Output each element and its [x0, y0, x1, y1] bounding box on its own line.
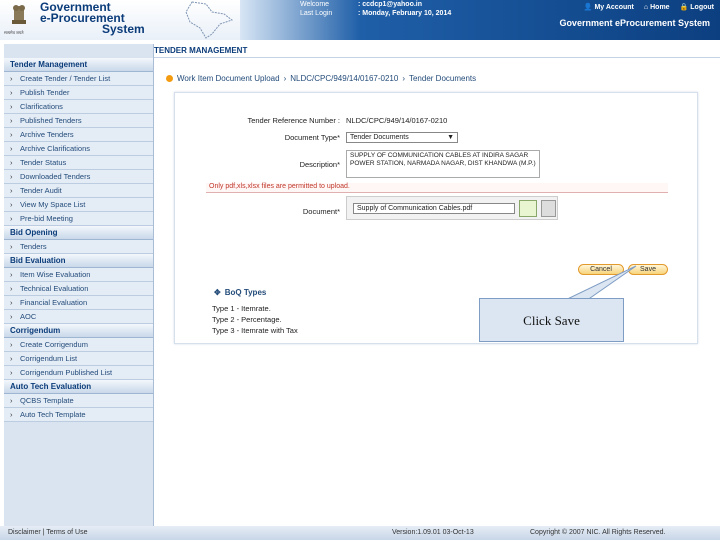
welcome-value: : ccdcp1@yahoo.in	[358, 1, 423, 8]
file-type-warning: Only pdf,xls,xlsx files are permitted to…	[206, 183, 668, 193]
file-path-input[interactable]: Supply of Communication Cables.pdf	[353, 203, 515, 214]
sidebar-item-tender-status[interactable]: Tender Status	[4, 156, 153, 170]
sidebar-item-item-wise-evaluation[interactable]: Item Wise Evaluation	[4, 268, 153, 282]
sidebar-section-tender-management: Tender Management Create Tender / Tender…	[4, 58, 153, 226]
chevron-right-icon: ›	[283, 74, 287, 83]
breadcrumb-section: Tender Documents	[408, 74, 477, 83]
sidebar-item-archive-clarifications[interactable]: Archive Clarifications	[4, 142, 153, 156]
india-map-icon	[185, 1, 234, 39]
boq-icon: ✥	[214, 288, 221, 297]
emblem-caption: सत्यमेव जयते	[4, 30, 24, 35]
sidebar-item-clarifications[interactable]: Clarifications	[4, 100, 153, 114]
doc-type-label: Document Type*	[284, 133, 340, 142]
user-icon: 👤	[583, 4, 593, 11]
home-icon: ⌂	[643, 3, 649, 11]
footer: Disclaimer | Terms of Use Version:1.09.0…	[0, 526, 720, 540]
sidebar-section-corrigendum: Corrigendum Create Corrigendum Corrigend…	[4, 324, 153, 380]
sidebar-item-technical-evaluation[interactable]: Technical Evaluation	[4, 282, 153, 296]
boq-heading: ✥ BoQ Types	[214, 288, 266, 297]
upload-icon[interactable]	[519, 200, 537, 217]
doc-type-value: Tender Documents	[350, 134, 409, 141]
sidebar-item-view-my-space[interactable]: View My Space List	[4, 198, 153, 212]
tender-ref-value: NLDC/CPC/949/14/0167-0210	[346, 116, 448, 125]
sidebar-section-bid-opening: Bid Opening Tenders	[4, 226, 153, 254]
file-upload-box: Supply of Communication Cables.pdf	[346, 196, 558, 220]
sidebar-item-published-tenders[interactable]: Published Tenders	[4, 114, 153, 128]
sidebar-item-corrigendum-list[interactable]: Corrigendum List	[4, 352, 153, 366]
sidebar-section-auto-tech-evaluation: Auto Tech Evaluation QCBS Template Auto …	[4, 380, 153, 422]
sidebar-item-prebid-meeting[interactable]: Pre-bid Meeting	[4, 212, 153, 226]
home-link[interactable]: ⌂ Home	[644, 3, 670, 11]
logout-link[interactable]: 🔒 Logout	[679, 3, 714, 12]
tender-ref-label: Tender Reference Number :	[247, 116, 340, 125]
top-links: 👤 My Account ⌂ Home 🔒 Logout	[583, 3, 714, 12]
doc-type-select[interactable]: Tender Documents ▼	[346, 132, 458, 143]
sidebar-item-archive-tenders[interactable]: Archive Tenders	[4, 128, 153, 142]
breadcrumb-ref[interactable]: NLDC/CPC/949/14/0167-0210	[290, 74, 398, 83]
browse-icon[interactable]	[541, 200, 556, 217]
document-label: Document*	[302, 207, 340, 216]
welcome-label: Welcome	[300, 1, 330, 8]
sidebar-item-publish-tender[interactable]: Publish Tender	[4, 86, 153, 100]
section-title: Corrigendum	[4, 324, 153, 338]
boq-type-2: Type 2 - Percentage.	[212, 315, 282, 324]
home-label: Home	[650, 3, 670, 11]
user-info: Welcome : ccdcp1@yahoo.in Last Login : Mon…	[300, 0, 451, 18]
logout-label: Logout	[690, 3, 714, 11]
page-section-title: TENDER MANAGEMENT	[154, 46, 248, 55]
section-title: Auto Tech Evaluation	[4, 380, 153, 394]
breadcrumb: Work Item Document Upload › NLDC/CPC/949…	[166, 74, 476, 83]
sidebar-item-auto-tech-template[interactable]: Auto Tech Template	[4, 408, 153, 422]
breadcrumb-page[interactable]: Work Item Document Upload	[177, 74, 280, 83]
section-title: Tender Management	[4, 58, 153, 72]
system-name: Government eProcurement System	[559, 18, 710, 28]
last-login-value: : Monday, February 10, 2014	[358, 10, 452, 17]
description-textarea[interactable]: SUPPLY OF COMMUNICATION CABLES AT INDIRA…	[346, 150, 540, 178]
dropdown-arrow-icon: ▼	[447, 134, 454, 141]
sidebar-item-qcbs-template[interactable]: QCBS Template	[4, 394, 153, 408]
description-label: Description*	[299, 160, 340, 169]
footer-version: Version:1.09.01 03-Oct-13	[392, 529, 474, 536]
sidebar-item-corrigendum-published-list[interactable]: Corrigendum Published List	[4, 366, 153, 380]
footer-copyright: Copyright © 2007 NIC. All Rights Reserve…	[530, 529, 666, 536]
sidebar-item-tender-audit[interactable]: Tender Audit	[4, 184, 153, 198]
section-title: Bid Evaluation	[4, 254, 153, 268]
click-save-callout: Click Save	[479, 298, 624, 342]
section-title: Bid Opening	[4, 226, 153, 240]
logout-icon: 🔒	[679, 4, 689, 11]
sidebar-item-tenders[interactable]: Tenders	[4, 240, 153, 254]
sidebar-item-create-tender[interactable]: Create Tender / Tender List	[4, 72, 153, 86]
sidebar-item-financial-evaluation[interactable]: Financial Evaluation	[4, 296, 153, 310]
last-login-label: Last Login	[300, 10, 333, 17]
header: सत्यमेव जयते Government e-Procurement Sy…	[0, 0, 720, 40]
boq-title: BoQ Types	[224, 288, 267, 297]
sidebar-section-bid-evaluation: Bid Evaluation Item Wise Evaluation Tech…	[4, 254, 153, 324]
sidebar: Tender Management Create Tender / Tender…	[4, 44, 154, 526]
my-account-link[interactable]: 👤 My Account	[583, 3, 634, 12]
chevron-right-icon: ›	[402, 74, 405, 83]
bullet-icon	[166, 75, 173, 82]
footer-links[interactable]: Disclaimer | Terms of Use	[8, 526, 87, 540]
sidebar-item-create-corrigendum[interactable]: Create Corrigendum	[4, 338, 153, 352]
boq-type-3: Type 3 - Itemrate with Tax	[212, 326, 298, 335]
boq-type-1: Type 1 - Itemrate.	[212, 304, 271, 313]
sidebar-item-aoc[interactable]: AOC	[4, 310, 153, 324]
my-account-label: My Account	[594, 3, 634, 11]
sidebar-item-downloaded-tenders[interactable]: Downloaded Tenders	[4, 170, 153, 184]
brand-logo: Government e-Procurement System	[40, 1, 145, 36]
brand-line-3: System	[102, 22, 145, 36]
